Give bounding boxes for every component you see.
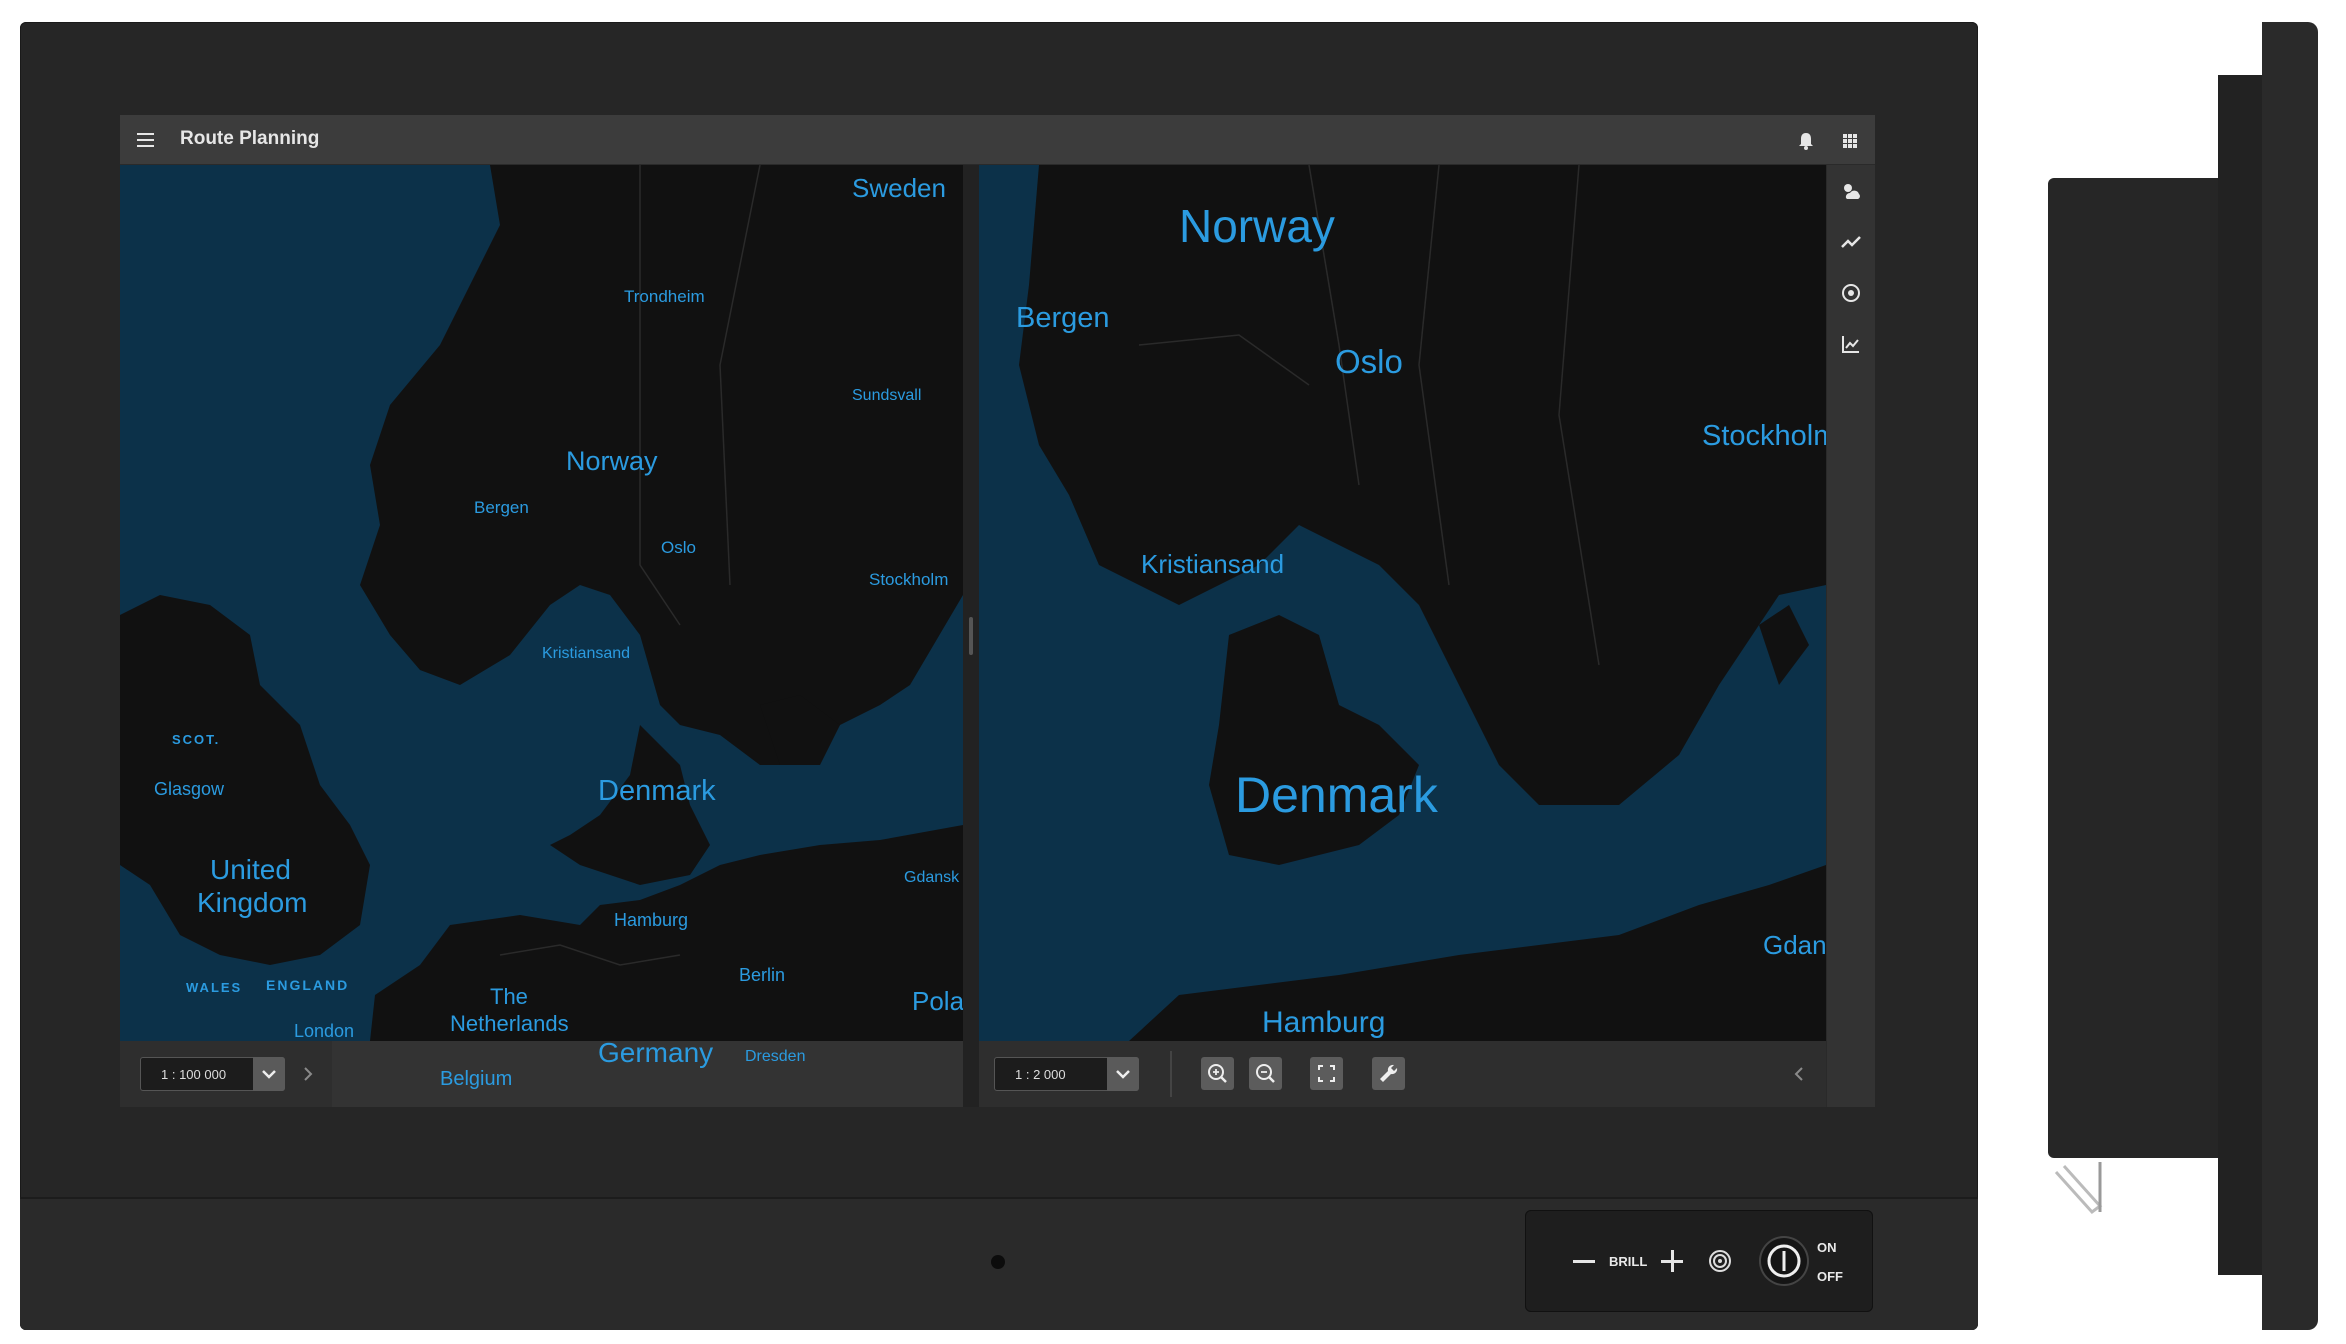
right-map-view[interactable]: Norway Bergen Oslo Stockholm Kristiansan… <box>979 165 1826 1041</box>
map-label-bergen: Bergen <box>474 498 529 517</box>
brightness-label: BRILL <box>1609 1254 1648 1269</box>
map-label-stockholm: Stockholm <box>869 570 949 589</box>
map-label-dresden: Dresden <box>745 1048 806 1065</box>
map-label-norway-large: Norway <box>1179 200 1335 252</box>
map-label-stockholm-large: Stockholm <box>1702 420 1826 452</box>
chevron-down-icon <box>253 1057 285 1091</box>
left-map-view[interactable]: Sweden Trondheim Sundsvall Norway Bergen… <box>120 165 963 1041</box>
chevron-down-icon <box>1107 1057 1139 1091</box>
map-label-england: ENGLAND <box>266 977 350 993</box>
footer-separator <box>1170 1051 1172 1097</box>
right-map-footer: 1 : 2 000 <box>979 1041 1826 1107</box>
map-label-scot: SCOT. <box>172 732 221 747</box>
zoom-out-icon[interactable] <box>1249 1057 1282 1090</box>
map-label-oslo: Oslo <box>661 538 696 557</box>
map-label-sundsvall: Sundsvall <box>852 387 922 404</box>
map-label-kristiansand-large: Kristiansand <box>1141 549 1285 579</box>
map-label-denmark-large: Denmark <box>1235 767 1438 823</box>
power-button[interactable] <box>1761 1238 1807 1284</box>
monitor-side-edge <box>2262 22 2318 1330</box>
menu-icon[interactable] <box>134 128 158 152</box>
fingerprint-icon[interactable] <box>1705 1246 1735 1276</box>
apps-grid-icon[interactable] <box>1836 127 1864 155</box>
mount-bracket <box>2052 1162 2112 1222</box>
right-scale-select[interactable]: 1 : 2 000 <box>994 1057 1139 1091</box>
map-label-oslo-large: Oslo <box>1335 343 1403 380</box>
map-label-hamburg-large: Hamburg <box>1262 1006 1386 1039</box>
target-icon[interactable] <box>1837 279 1865 307</box>
map-label-netherlands: Netherlands <box>450 1011 569 1036</box>
map-label-gdansk: Gdansk <box>904 869 960 886</box>
map-label-hamburg: Hamburg <box>614 910 689 930</box>
left-map-footer: 1 : 100 000 <box>120 1041 332 1107</box>
right-scale-value: 1 : 2 000 <box>1015 1067 1066 1082</box>
split-divider[interactable] <box>963 165 979 1107</box>
brightness-down-button[interactable] <box>1569 1246 1599 1276</box>
left-scale-select[interactable]: 1 : 100 000 <box>140 1057 285 1091</box>
page-title: Route Planning <box>180 128 320 149</box>
map-label-denmark: Denmark <box>598 775 716 807</box>
map-label-kingdom: Kingdom <box>197 887 308 918</box>
map-label-glasgow: Glasgow <box>154 779 225 799</box>
right-tool-rail <box>1826 165 1875 1107</box>
route-trend-icon[interactable] <box>1837 228 1865 256</box>
app-header: Route Planning <box>120 115 1875 165</box>
monitor-side-frame <box>2218 75 2262 1275</box>
monitor-side-view <box>2048 178 2218 1158</box>
map-label-norway: Norway <box>566 446 658 476</box>
chevron-left-icon[interactable] <box>1787 1061 1811 1087</box>
chevron-right-icon[interactable] <box>296 1061 320 1087</box>
left-scale-value: 1 : 100 000 <box>161 1067 227 1082</box>
divider-handle[interactable] <box>969 617 973 655</box>
off-label: OFF <box>1817 1269 1843 1284</box>
right-map-land <box>1019 165 1826 1041</box>
map-label-london: London <box>294 1021 355 1041</box>
weather-icon[interactable] <box>1837 177 1865 205</box>
fit-screen-icon[interactable] <box>1310 1057 1343 1090</box>
chart-icon[interactable] <box>1837 330 1865 358</box>
on-label: ON <box>1817 1240 1837 1255</box>
map-label-berlin: Berlin <box>739 965 786 985</box>
map-label-sweden: Sweden <box>852 173 946 203</box>
map-label-kristiansand: Kristiansand <box>542 645 631 662</box>
hardware-control-panel: BRILL ON OFF <box>1525 1210 1873 1312</box>
map-label-pola: Pola <box>912 986 963 1016</box>
screen: Route Planning Sweden Trondheim Sundsval… <box>120 115 1875 1107</box>
map-label-united: United <box>210 854 291 885</box>
map-label-gdansk-large: Gdan <box>1763 930 1826 960</box>
map-label-trondheim: Trondheim <box>624 287 705 306</box>
map-label-wales: WALES <box>186 980 243 995</box>
map-label-germany: Germany <box>598 1037 714 1068</box>
map-label-belgium: Belgium <box>440 1068 513 1090</box>
bell-icon[interactable] <box>1792 127 1820 155</box>
map-label-the: The <box>490 984 528 1009</box>
wrench-icon[interactable] <box>1372 1057 1405 1090</box>
map-label-bergen-large: Bergen <box>1016 302 1110 334</box>
zoom-in-icon[interactable] <box>1201 1057 1234 1090</box>
sensor-dot <box>991 1255 1005 1269</box>
brightness-up-button[interactable] <box>1657 1246 1687 1276</box>
